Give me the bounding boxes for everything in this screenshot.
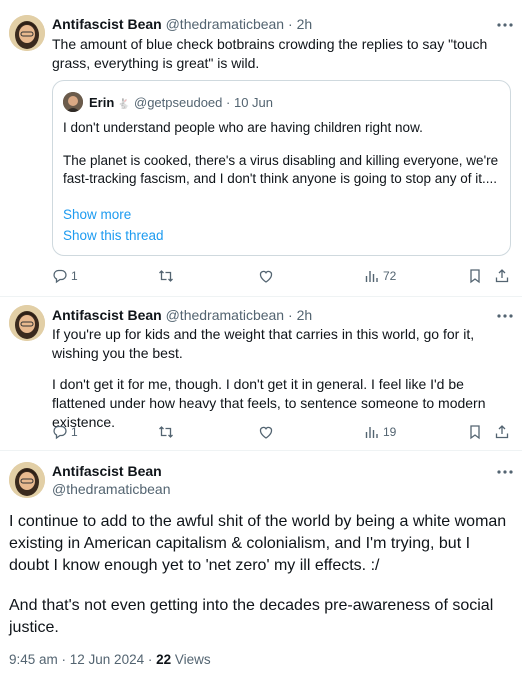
separator: · xyxy=(288,16,293,32)
author-name[interactable]: Antifascist Bean xyxy=(52,462,162,480)
bookmark-icon xyxy=(470,269,480,284)
separator: · xyxy=(226,95,231,110)
tweet-actions: 1 72 xyxy=(52,266,512,286)
tweet-header: Antifascist Bean @thedramaticbean · 2h xyxy=(52,15,312,33)
timestamp[interactable]: 2h xyxy=(297,307,313,323)
views-icon xyxy=(365,427,378,438)
author-handle[interactable]: @thedramaticbean xyxy=(166,307,285,323)
views-count: 72 xyxy=(383,269,397,283)
reply-count: 1 xyxy=(71,425,78,439)
tweet-text-paragraph-1: If you're up for kids and the weight tha… xyxy=(52,326,475,361)
avatar[interactable] xyxy=(9,462,45,498)
avatar xyxy=(63,92,83,112)
show-thread-link[interactable]: Show this thread xyxy=(63,227,164,245)
reply-count: 1 xyxy=(71,269,78,283)
retweet-icon xyxy=(159,426,173,438)
views-count[interactable]: 22 xyxy=(156,652,171,667)
author-handle[interactable]: @thedramaticbean xyxy=(166,16,285,32)
heart-icon xyxy=(259,426,273,439)
quoted-tweet[interactable]: Erin 🐇 @getpseudoed · 10 Jun I don't und… xyxy=(52,80,511,256)
tweet-meta: 9:45 am · 12 Jun 2024 · 22 Views xyxy=(9,651,211,669)
views-icon xyxy=(365,271,378,282)
heart-icon xyxy=(259,270,273,283)
like-button[interactable] xyxy=(258,266,274,286)
share-button[interactable] xyxy=(494,266,510,286)
reply-icon xyxy=(53,425,67,440)
tweet-actions: 1 19 xyxy=(52,422,512,442)
author-name[interactable]: Antifascist Bean xyxy=(52,16,162,32)
reply-button[interactable]: 1 xyxy=(52,266,78,286)
reply-tweet-2[interactable]: Antifascist Bean @thedramaticbean · 2h I… xyxy=(0,297,522,450)
tweet-header: Antifascist Bean @thedramaticbean · 2h xyxy=(52,306,312,324)
timestamp[interactable]: 9:45 am · 12 Jun 2024 · xyxy=(9,652,156,667)
reply-button[interactable]: 1 xyxy=(52,422,78,442)
quoted-date: 10 Jun xyxy=(233,95,274,110)
more-icon[interactable] xyxy=(495,465,515,479)
quoted-author-name: Erin xyxy=(89,95,115,110)
quoted-text-line-1: I don't understand people who are having… xyxy=(63,120,423,135)
views-button[interactable]: 72 xyxy=(364,266,396,286)
bookmark-button[interactable] xyxy=(467,266,483,286)
avatar[interactable] xyxy=(9,15,45,51)
author-handle[interactable]: @thedramaticbean xyxy=(52,480,171,498)
avatar[interactable] xyxy=(9,305,45,341)
quoted-header: Erin 🐇 @getpseudoed · 10 Jun xyxy=(89,94,273,113)
views-count: 19 xyxy=(383,425,397,439)
bookmark-icon xyxy=(470,425,480,440)
reply-icon xyxy=(53,269,67,284)
like-button[interactable] xyxy=(258,422,274,442)
tweet-text-paragraph-1: I continue to add to the awful shit of t… xyxy=(9,513,507,574)
timestamp[interactable]: 2h xyxy=(297,16,313,32)
reply-tweet-1[interactable]: Antifascist Bean @thedramaticbean · 2h T… xyxy=(0,0,522,296)
views-button[interactable]: 19 xyxy=(364,422,396,442)
tweet-text: The amount of blue check botbrains crowd… xyxy=(52,36,488,71)
author-name[interactable]: Antifascist Bean xyxy=(52,307,162,323)
retweet-button[interactable] xyxy=(158,422,174,442)
views-label: Views xyxy=(171,652,211,667)
rabbit-emoji-icon: 🐇 xyxy=(117,99,131,110)
share-icon xyxy=(495,425,509,439)
bookmark-button[interactable] xyxy=(467,422,483,442)
tweet-text-paragraph-2: And that's not even getting into the dec… xyxy=(9,597,494,636)
retweet-button[interactable] xyxy=(158,266,174,286)
retweet-icon xyxy=(159,270,173,282)
quoted-text-line-2: The planet is cooked, there's a virus di… xyxy=(63,153,499,186)
show-more-link[interactable]: Show more xyxy=(63,206,131,224)
more-icon[interactable] xyxy=(495,18,515,32)
share-button[interactable] xyxy=(494,422,510,442)
more-icon[interactable] xyxy=(495,309,515,323)
quoted-author-handle: @getpseudoed xyxy=(134,95,223,110)
share-icon xyxy=(495,269,509,283)
separator: · xyxy=(288,307,293,323)
